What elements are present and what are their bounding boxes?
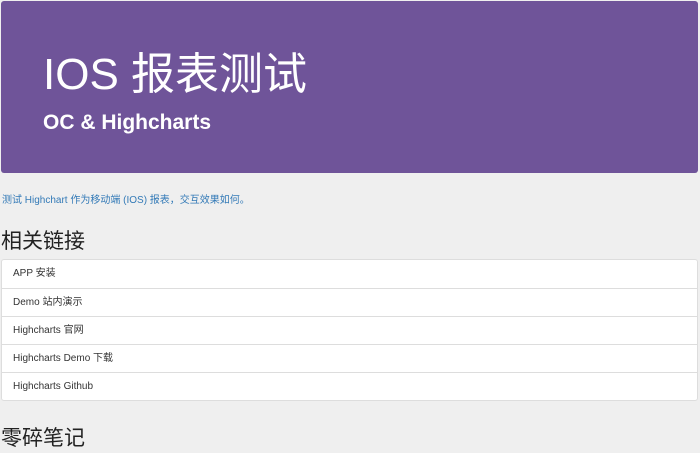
link-item-app-install[interactable]: APP 安装: [2, 260, 697, 288]
hero-banner: IOS 报表测试 OC & Highcharts: [1, 1, 698, 173]
links-list: APP 安装 Demo 站内演示 Highcharts 官网 Highchart…: [1, 259, 698, 401]
link-item-demo[interactable]: Demo 站内演示: [2, 288, 697, 316]
links-section-title: 相关链接: [1, 230, 85, 253]
hero-subtitle: OC & Highcharts: [43, 111, 212, 134]
link-item-highcharts-demo-download[interactable]: Highcharts Demo 下载: [2, 344, 697, 372]
intro-link[interactable]: 测试 Highchart 作为移动端 (IOS) 报表，交互效果如何。: [2, 193, 250, 209]
link-item-highcharts-site[interactable]: Highcharts 官网: [2, 316, 697, 344]
notes-section-title: 零碎笔记: [1, 427, 85, 450]
link-item-highcharts-github[interactable]: Highcharts Github: [2, 372, 697, 400]
hero-title: IOS 报表测试: [43, 50, 308, 99]
